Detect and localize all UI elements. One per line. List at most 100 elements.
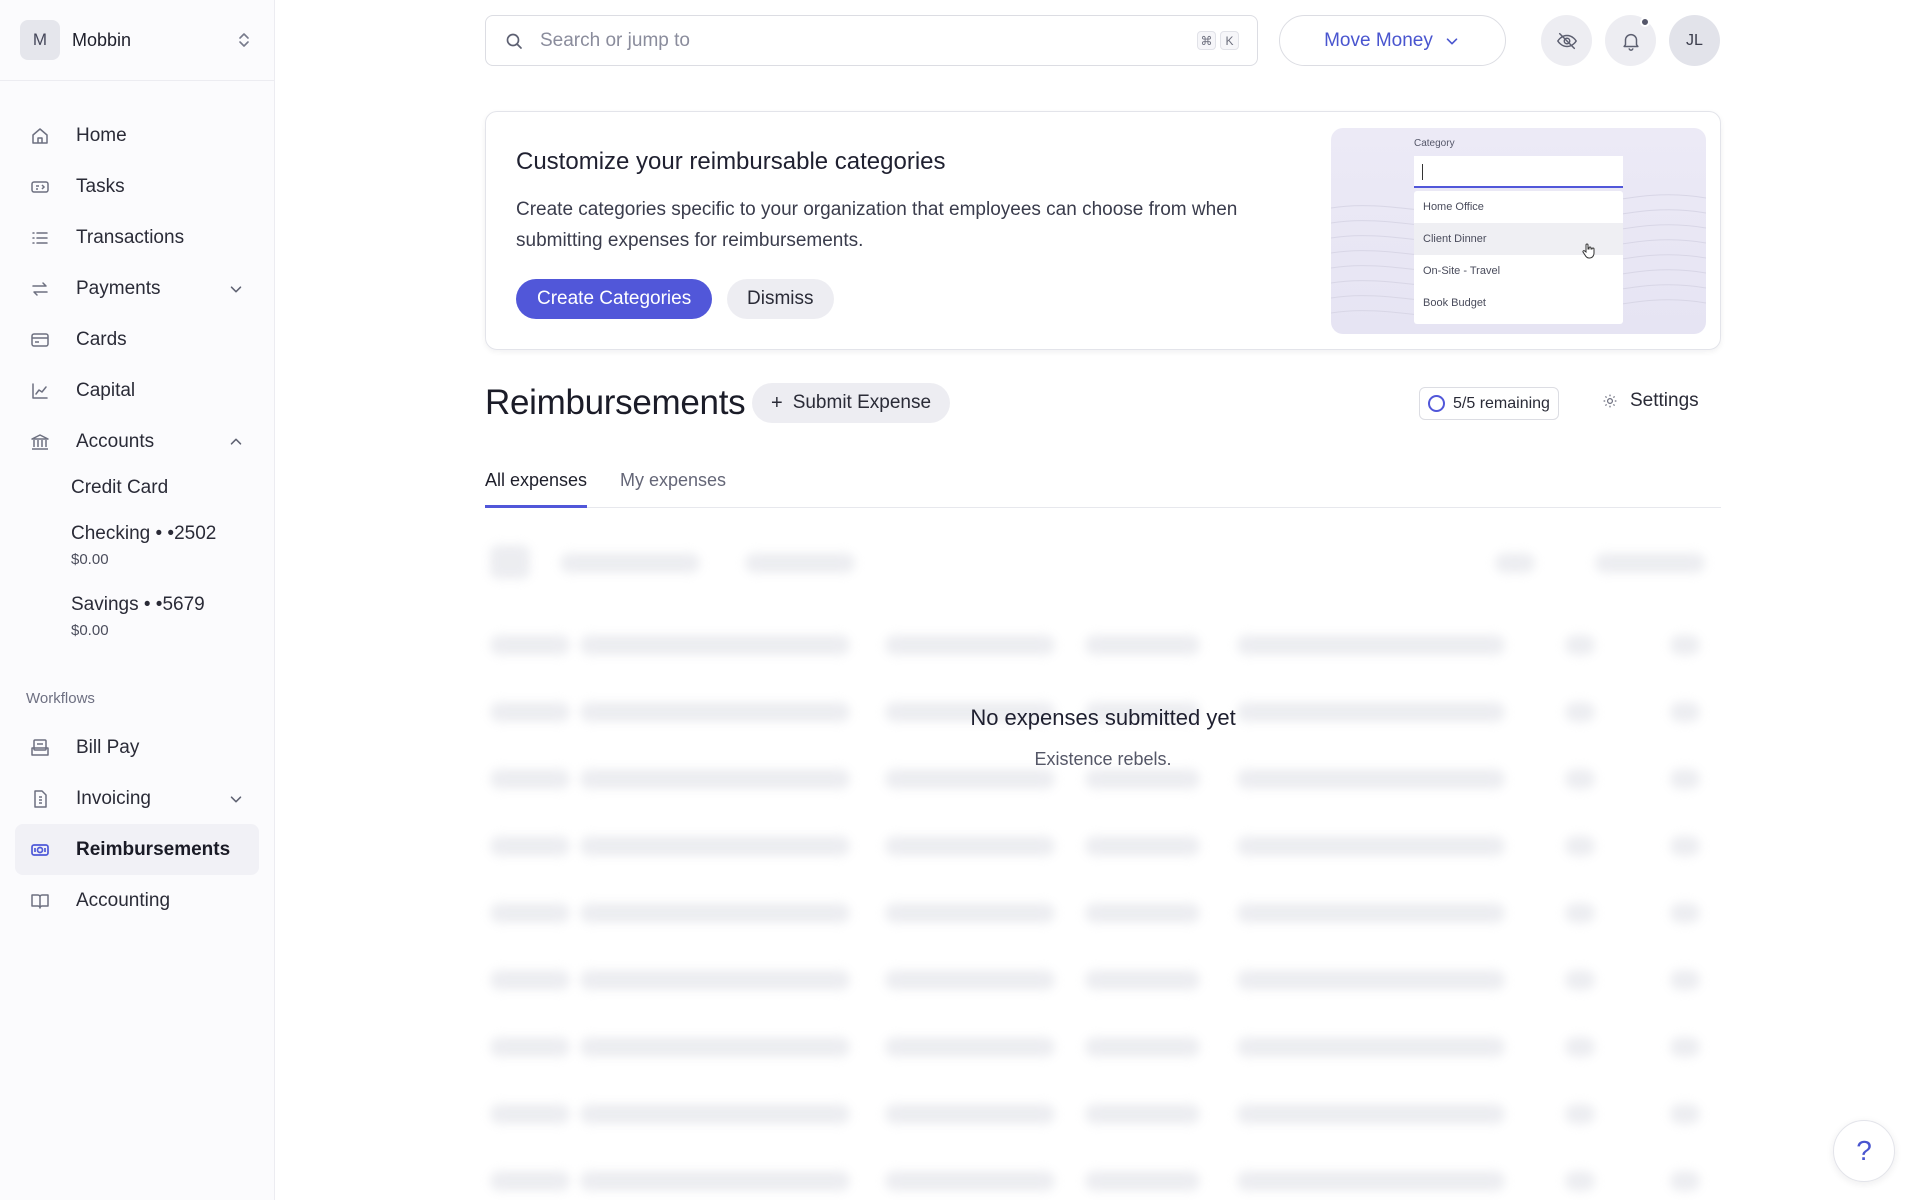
nav-item-accounts[interactable]: Accounts bbox=[15, 416, 259, 467]
skeleton-cell bbox=[1085, 836, 1200, 856]
skeleton-filter bbox=[745, 553, 855, 573]
promo-description: Create categories specific to your organ… bbox=[516, 199, 1238, 251]
skeleton-cell bbox=[885, 970, 1055, 990]
nav-item-label: Capital bbox=[76, 379, 136, 401]
text-caret bbox=[1422, 164, 1423, 180]
nav-item-invoicing[interactable]: Invoicing bbox=[15, 773, 259, 824]
nav-item-label: Accounts bbox=[76, 430, 155, 452]
move-money-label: Move Money bbox=[1324, 29, 1433, 51]
list-icon bbox=[32, 231, 48, 244]
notification-dot bbox=[1640, 17, 1650, 27]
skeleton-cell bbox=[885, 635, 1055, 655]
nav-item-reimbursements[interactable]: Reimbursements bbox=[15, 824, 259, 875]
skeleton-cell bbox=[1565, 970, 1595, 990]
chevron-down-icon bbox=[1446, 37, 1458, 45]
skeleton-cell bbox=[885, 836, 1055, 856]
org-switcher[interactable]: M Mobbin bbox=[0, 0, 274, 81]
category-option: Book Budget bbox=[1423, 297, 1486, 309]
eye-off-icon bbox=[1556, 32, 1577, 49]
skeleton-cell bbox=[1237, 1171, 1505, 1191]
search-input[interactable]: Search or jump to ⌘ K bbox=[485, 15, 1258, 66]
skeleton-cell bbox=[490, 769, 570, 789]
skeleton-cell bbox=[885, 1037, 1055, 1057]
skeleton-cell bbox=[1237, 836, 1505, 856]
shortcut-key: K bbox=[1220, 31, 1239, 50]
move-money-button[interactable]: Move Money bbox=[1279, 15, 1506, 66]
nav-item-transactions[interactable]: Transactions bbox=[15, 212, 259, 263]
bell-icon bbox=[1622, 33, 1639, 51]
help-button[interactable]: ? bbox=[1833, 1120, 1895, 1182]
skeleton-cell bbox=[1670, 1037, 1700, 1057]
gear-icon bbox=[1603, 394, 1617, 408]
skeleton-cell bbox=[1085, 1171, 1200, 1191]
skeleton-filter bbox=[490, 545, 530, 579]
nav-item-home[interactable]: Home bbox=[15, 110, 259, 161]
hide-balances-button[interactable] bbox=[1541, 15, 1592, 66]
nav-item-tasks[interactable]: Tasks bbox=[15, 161, 259, 212]
nav-item-label: Tasks bbox=[76, 175, 125, 197]
chevron-down-icon bbox=[230, 795, 242, 802]
skeleton-cell bbox=[1085, 635, 1200, 655]
expense-tabs: All expenses My expenses bbox=[485, 470, 1721, 508]
nav-item-bill-pay[interactable]: Bill Pay bbox=[15, 722, 259, 773]
nav-item-label: Home bbox=[76, 124, 127, 146]
submit-expense-button[interactable]: + Submit Expense bbox=[752, 383, 951, 423]
skeleton-cell bbox=[1237, 1104, 1505, 1124]
skeleton-cell bbox=[580, 1037, 850, 1057]
remaining-badge[interactable]: 5/5 remaining bbox=[1419, 387, 1559, 420]
skeleton-cell bbox=[490, 1171, 570, 1191]
transfer-icon bbox=[32, 281, 48, 296]
nav-item-cards[interactable]: Cards bbox=[15, 314, 259, 365]
user-avatar[interactable]: JL bbox=[1669, 15, 1720, 66]
settings-label: Settings bbox=[1630, 390, 1699, 411]
nav-item-payments[interactable]: Payments bbox=[15, 263, 259, 314]
bank-icon bbox=[31, 433, 49, 450]
skeleton-cell bbox=[1085, 1104, 1200, 1124]
skeleton-cell bbox=[1670, 635, 1700, 655]
skeleton-cell bbox=[1670, 769, 1700, 789]
sub-item-label: Checking • •2502 bbox=[71, 523, 217, 544]
skeleton-filter bbox=[1495, 553, 1535, 573]
main-nav: Home Tasks Transactions Payments Cards C… bbox=[0, 81, 274, 926]
tab-all-expenses[interactable]: All expenses bbox=[485, 470, 588, 508]
skeleton-cell bbox=[1237, 769, 1505, 789]
hand-pointer-icon bbox=[1582, 243, 1595, 259]
sub-item-label: Savings • •5679 bbox=[71, 594, 205, 615]
progress-ring-icon bbox=[1428, 395, 1445, 412]
skeleton-cell bbox=[885, 1104, 1055, 1124]
nav-item-label: Transactions bbox=[76, 226, 185, 248]
skeleton-cell bbox=[580, 1171, 850, 1191]
settings-button[interactable]: Settings bbox=[1602, 390, 1699, 412]
submit-expense-label: Submit Expense bbox=[792, 392, 932, 413]
skeleton-cell bbox=[580, 836, 850, 856]
nav-item-label: Cards bbox=[76, 328, 127, 350]
account-balance: $0.00 bbox=[71, 551, 109, 568]
nav-item-savings[interactable]: Savings • •5679 $0.00 bbox=[71, 594, 274, 639]
skeleton-cell bbox=[1565, 635, 1595, 655]
nav-item-checking[interactable]: Checking • •2502 $0.00 bbox=[71, 523, 274, 568]
skeleton-cell bbox=[580, 1104, 850, 1124]
skeleton-cell bbox=[1237, 903, 1505, 923]
account-balance: $0.00 bbox=[71, 622, 109, 639]
remaining-label: 5/5 remaining bbox=[1453, 394, 1550, 412]
category-label: Category bbox=[1414, 138, 1455, 149]
create-categories-button[interactable]: Create Categories bbox=[516, 279, 713, 319]
skeleton-cell bbox=[1085, 903, 1200, 923]
tab-my-expenses[interactable]: My expenses bbox=[620, 470, 726, 508]
skeleton-cell bbox=[1565, 903, 1595, 923]
nav-item-accounting[interactable]: Accounting bbox=[15, 875, 259, 926]
promo-title: Customize your reimbursable categories bbox=[516, 148, 946, 175]
home-icon bbox=[32, 127, 48, 144]
nav-item-capital[interactable]: Capital bbox=[15, 365, 259, 416]
sub-item-label: Credit Card bbox=[71, 477, 169, 498]
category-input bbox=[1414, 156, 1623, 188]
dismiss-button[interactable]: Dismiss bbox=[727, 279, 834, 319]
chevron-updown-icon bbox=[239, 33, 249, 47]
nav-item-credit-card[interactable]: Credit Card bbox=[71, 477, 274, 499]
skeleton-cell bbox=[490, 970, 570, 990]
org-name: Mobbin bbox=[72, 29, 132, 50]
notifications-button[interactable] bbox=[1605, 15, 1656, 66]
page-title: Reimbursements bbox=[485, 383, 746, 422]
skeleton-cell bbox=[1237, 1037, 1505, 1057]
skeleton-filter bbox=[560, 553, 700, 573]
